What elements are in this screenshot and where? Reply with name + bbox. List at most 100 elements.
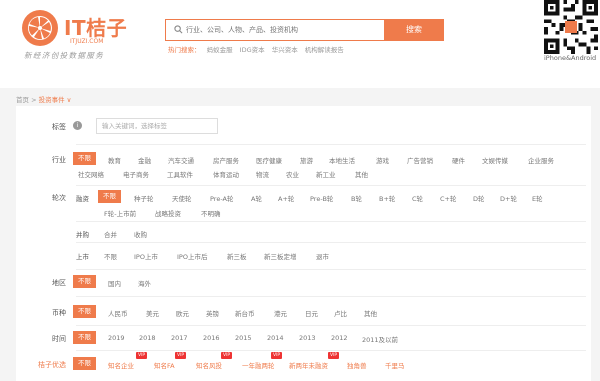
divider (76, 350, 586, 351)
hot-search-link[interactable]: 华兴资本 (272, 46, 298, 54)
breadcrumb-current[interactable]: 投资事件 ∨ (39, 96, 72, 104)
filter-option[interactable]: 社交网络 (78, 169, 104, 179)
filter-option[interactable]: D轮 (473, 193, 485, 203)
filter-option[interactable]: 战略投资 (155, 208, 181, 218)
filter-option[interactable]: 农业 (286, 169, 299, 179)
filter-option[interactable]: 收购 (134, 229, 147, 239)
hot-search-link[interactable]: 机构解读报告 (305, 46, 344, 54)
filter-option[interactable]: 广告营销 (407, 155, 433, 165)
filter-label: 行业 (52, 156, 66, 164)
filter-option[interactable]: 2011及以前 (362, 334, 398, 344)
divider (76, 325, 586, 326)
filter-option[interactable]: 金融 (138, 155, 151, 165)
filter-option-selected[interactable]: 不限 (73, 305, 96, 318)
filter-option[interactable]: B轮 (351, 193, 362, 203)
filter-option[interactable]: 国内 (108, 278, 121, 288)
breadcrumb: 首页 > 投资事件 ∨ (16, 94, 71, 104)
filter-option[interactable]: D+轮 (500, 193, 517, 203)
filter-option[interactable]: E轮 (532, 193, 543, 203)
filter-option[interactable]: 独角兽 (347, 360, 367, 370)
filter-option-selected[interactable]: 不限 (98, 190, 121, 203)
filter-option[interactable]: 知名风投 (196, 360, 222, 370)
filter-option[interactable]: 硬件 (452, 155, 465, 165)
filter-option[interactable]: 美元 (146, 308, 159, 318)
filter-option-selected[interactable]: 不限 (73, 152, 96, 165)
filter-option[interactable]: 英镑 (206, 308, 219, 318)
filter-option[interactable]: 旅游 (300, 155, 313, 165)
filter-option[interactable]: 港元 (274, 308, 287, 318)
filter-option[interactable]: 新三板 (227, 251, 247, 261)
filter-option[interactable]: 不明确 (201, 208, 221, 218)
filter-option[interactable]: Pre-A轮 (210, 193, 233, 203)
search-button[interactable]: 搜索 (384, 19, 444, 41)
filter-option[interactable]: 新两年未融资 (289, 360, 328, 370)
filter-option[interactable]: 一年融两轮 (242, 360, 275, 370)
filter-option[interactable]: C+轮 (440, 193, 457, 203)
tag-search-input[interactable]: 输入关键词，选择标签 (96, 118, 218, 134)
header: IT桔子 ITJUZI.COM 新经济创投数据服务 搜索 热门搜索： 蚂蚁金服 … (0, 0, 600, 88)
filter-option[interactable]: 不限 (104, 251, 117, 261)
filter-option[interactable]: 工具软件 (167, 169, 193, 179)
filter-option[interactable]: 其他 (355, 169, 368, 179)
filter-option[interactable]: 物流 (256, 169, 269, 179)
filter-option[interactable]: 2015 (235, 334, 252, 342)
vip-badge: VIP (175, 352, 187, 359)
filter-option[interactable]: 千里马 (385, 360, 405, 370)
filter-option[interactable]: 2012 (331, 334, 348, 342)
filter-option[interactable]: 本地生活 (329, 155, 355, 165)
divider (76, 242, 586, 243)
filter-option[interactable]: IPO上市后 (177, 251, 207, 261)
filter-option[interactable]: 知名FA (154, 360, 175, 370)
filter-option[interactable]: 企业服务 (528, 155, 554, 165)
filter-option[interactable]: Pre-B轮 (310, 193, 333, 203)
search-input[interactable] (186, 23, 381, 37)
filter-option-selected[interactable]: 不限 (73, 275, 96, 288)
filter-option[interactable]: 种子轮 (134, 193, 154, 203)
filter-label: 轮次 (52, 194, 66, 202)
filter-option[interactable]: 医疗健康 (256, 155, 282, 165)
filter-option[interactable]: 新工业 (316, 169, 336, 179)
filter-option[interactable]: 知名企业 (108, 360, 134, 370)
filter-option[interactable]: 日元 (305, 308, 318, 318)
filter-option[interactable]: 汽车交通 (168, 155, 194, 165)
filter-option[interactable]: 欧元 (176, 308, 189, 318)
hot-searches-label: 热门搜索： (168, 46, 201, 54)
filter-option[interactable]: A+轮 (278, 193, 294, 203)
filter-option[interactable]: 2014 (267, 334, 284, 342)
filter-option[interactable]: 教育 (108, 155, 121, 165)
filter-label: 桔子优选 (38, 361, 66, 369)
filter-option[interactable]: A轮 (251, 193, 262, 203)
filter-option-selected[interactable]: 不限 (73, 331, 96, 344)
filter-option[interactable]: 新台币 (235, 308, 255, 318)
filter-option[interactable]: 文娱传媒 (482, 155, 508, 165)
filter-option[interactable]: 退市 (316, 251, 329, 261)
filter-option[interactable]: 合并 (104, 229, 117, 239)
filter-option[interactable]: 天使轮 (172, 193, 192, 203)
filter-option[interactable]: 其他 (364, 308, 377, 318)
filter-option[interactable]: 海外 (138, 278, 151, 288)
filter-option[interactable]: 2017 (171, 334, 188, 342)
hot-search-link[interactable]: IDG资本 (240, 46, 265, 54)
filter-option[interactable]: F轮-上市前 (104, 208, 136, 218)
filter-option[interactable]: 人民币 (108, 308, 128, 318)
filter-option[interactable]: 新三板定增 (264, 251, 297, 261)
breadcrumb-home[interactable]: 首页 (16, 96, 29, 104)
filter-option-selected[interactable]: 不限 (73, 357, 96, 370)
filter-label: 标签 (52, 123, 66, 131)
filter-option[interactable]: 游戏 (376, 155, 389, 165)
filter-option[interactable]: 2019 (108, 334, 125, 342)
filter-option[interactable]: B+轮 (379, 193, 395, 203)
filter-option[interactable]: 体育运动 (213, 169, 239, 179)
filter-option[interactable]: IPO上市 (134, 251, 158, 261)
info-icon[interactable]: i (73, 121, 82, 130)
orange-logo-icon (22, 10, 58, 46)
search-box[interactable] (165, 19, 385, 41)
filter-option[interactable]: 电子商务 (123, 169, 149, 179)
filter-option[interactable]: C轮 (412, 193, 423, 203)
hot-search-link[interactable]: 蚂蚁金服 (207, 46, 233, 54)
filter-option[interactable]: 2018 (139, 334, 156, 342)
filter-option[interactable]: 2013 (299, 334, 316, 342)
filter-option[interactable]: 卢比 (334, 308, 347, 318)
filter-option[interactable]: 2016 (203, 334, 220, 342)
filter-option[interactable]: 房产服务 (213, 155, 239, 165)
